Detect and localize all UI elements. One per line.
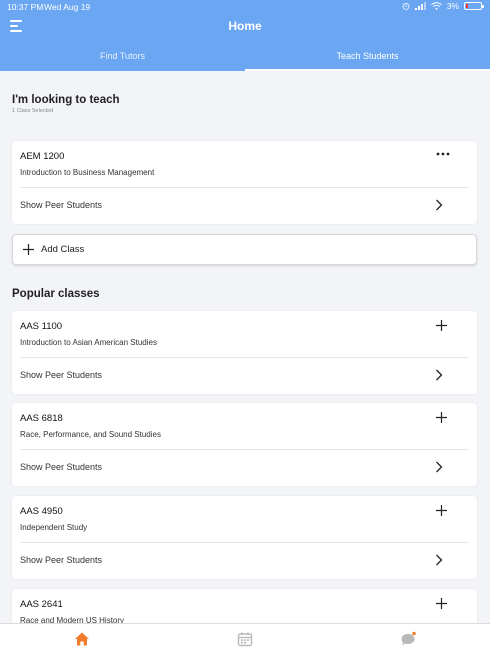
classes-selected-count: 1 Class Selected xyxy=(12,108,54,114)
add-class-plus-icon[interactable] xyxy=(436,320,447,331)
page-title: Home xyxy=(228,19,262,33)
class-card-aas-6818: AAS 6818 Race, Performance, and Sound St… xyxy=(12,403,477,486)
chevron-right-icon[interactable] xyxy=(435,199,443,211)
app-header: 10:37 PM Wed Aug 19 3% Home Find Tutors … xyxy=(0,0,490,71)
active-tab-indicator xyxy=(245,69,490,71)
alarm-icon xyxy=(402,3,410,10)
chevron-right-icon[interactable] xyxy=(435,369,443,381)
plus-icon xyxy=(23,244,34,255)
divider xyxy=(20,357,469,358)
class-name: Introduction to Asian American Studies xyxy=(20,338,157,347)
add-class-plus-icon[interactable] xyxy=(436,598,447,609)
class-name: Race, Performance, and Sound Studies xyxy=(20,430,161,439)
show-peer-students-link[interactable]: Show Peer Students xyxy=(20,370,102,380)
cellular-signal-icon xyxy=(414,2,426,10)
show-peer-students-link[interactable]: Show Peer Students xyxy=(20,462,102,472)
calendar-icon[interactable] xyxy=(237,631,253,647)
status-bar: 10:37 PM Wed Aug 19 3% xyxy=(0,0,490,14)
class-code: AAS 4950 xyxy=(20,506,63,517)
status-indicators: 3% xyxy=(402,1,484,11)
class-name: Independent Study xyxy=(20,523,88,532)
teach-section-title: I'm looking to teach xyxy=(12,94,120,106)
divider xyxy=(20,449,469,450)
add-class-plus-icon[interactable] xyxy=(436,505,447,516)
home-icon[interactable] xyxy=(74,631,90,647)
notification-dot xyxy=(412,631,416,636)
popular-section-title: Popular classes xyxy=(12,288,100,300)
class-card-aem-1200: AEM 1200 Introduction to Business Manage… xyxy=(12,141,477,224)
class-name: Introduction to Business Management xyxy=(20,168,155,177)
class-code: AAS 2641 xyxy=(20,599,63,610)
class-code: AAS 6818 xyxy=(20,413,63,424)
chevron-right-icon[interactable] xyxy=(435,554,443,566)
add-class-button[interactable]: Add Class xyxy=(12,234,477,265)
show-peer-students-link[interactable]: Show Peer Students xyxy=(20,200,102,210)
class-code: AEM 1200 xyxy=(20,151,65,162)
tab-teach-students-label: Teach Students xyxy=(336,51,399,61)
status-time: 10:37 PM xyxy=(7,2,44,12)
divider xyxy=(20,187,469,188)
tab-find-tutors[interactable]: Find Tutors xyxy=(0,42,245,71)
tab-teach-students[interactable]: Teach Students xyxy=(245,42,490,71)
add-class-plus-icon[interactable] xyxy=(436,412,447,423)
class-card-aas-1100: AAS 1100 Introduction to Asian American … xyxy=(12,311,477,394)
add-class-label: Add Class xyxy=(41,244,85,255)
divider xyxy=(20,542,469,543)
bottom-navigation xyxy=(0,623,490,654)
class-card-aas-4950: AAS 4950 Independent Study Show Peer Stu… xyxy=(12,496,477,579)
show-peer-students-link[interactable]: Show Peer Students xyxy=(20,555,102,565)
battery-icon xyxy=(464,2,484,10)
wifi-icon xyxy=(430,2,442,10)
status-date: Wed Aug 19 xyxy=(44,2,91,12)
class-code: AAS 1100 xyxy=(20,321,63,332)
battery-percent: 3% xyxy=(446,1,459,11)
more-options-icon[interactable] xyxy=(436,151,450,157)
chat-icon[interactable] xyxy=(400,631,416,647)
chevron-right-icon[interactable] xyxy=(435,461,443,473)
